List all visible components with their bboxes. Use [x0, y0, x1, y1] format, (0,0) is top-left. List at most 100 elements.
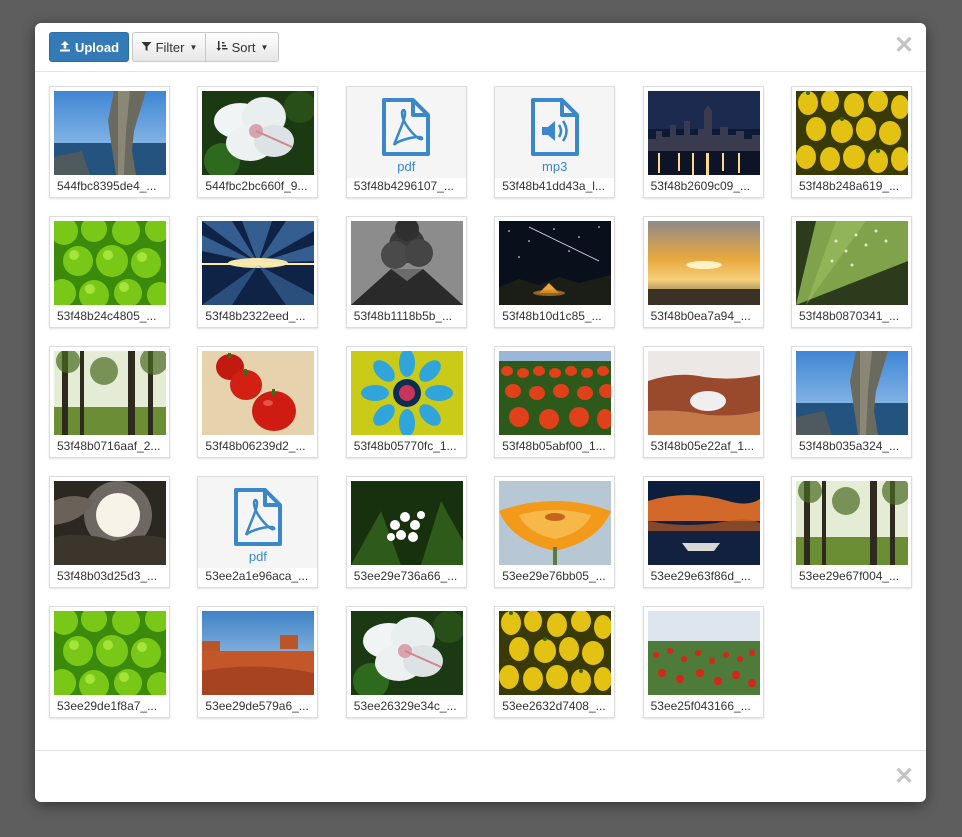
sort-icon: [216, 40, 228, 55]
image-thumbnail: [350, 351, 463, 435]
file-name: 53ee29e736a66_...: [353, 569, 458, 583]
file-name: 53f48b0870341_...: [799, 309, 900, 323]
caret-down-icon: ▼: [189, 42, 198, 52]
file-name: 544fbc8395de4_...: [57, 179, 157, 193]
file-type-label: pdf: [248, 549, 267, 564]
file-tile[interactable]: 53f48b248a619_...: [791, 86, 912, 198]
file-name: 53ee2632d7408_...: [502, 699, 606, 713]
file-name: 53f48b10d1c85_...: [502, 309, 602, 323]
sort-button-label: Sort: [231, 39, 256, 55]
image-thumbnail: [350, 611, 463, 695]
pdf-file-icon: pdf: [198, 477, 318, 568]
image-thumbnail: [647, 91, 760, 175]
file-tile[interactable]: 53ee25f043166_...: [642, 606, 764, 718]
file-name: 53f48b0ea7a94_...: [650, 309, 751, 323]
file-name: 53ee25f043166_...: [650, 699, 751, 713]
filter-dropdown-button[interactable]: Filter ▼: [132, 32, 206, 62]
file-name: 53f48b41dd43a_l...: [502, 179, 605, 193]
image-thumbnail: [350, 221, 463, 305]
file-tile[interactable]: 53f48b03d25d3_...: [49, 476, 170, 588]
file-tile[interactable]: 544fbc2bc660f_9...: [197, 86, 319, 198]
file-name: 53f48b248a619_...: [799, 179, 900, 193]
file-tile[interactable]: 53f48b10d1c85_...: [494, 216, 616, 328]
file-tile[interactable]: 53f48b0716aaf_2...: [49, 346, 170, 458]
image-thumbnail: [202, 611, 315, 695]
file-tile[interactable]: 53ee29e67f004_...: [791, 476, 912, 588]
file-tile[interactable]: 53f48b2322eed_...: [197, 216, 319, 328]
mp3-file-icon: mp3: [495, 87, 615, 178]
file-name: 53f48b24c4805_...: [57, 309, 157, 323]
pdf-file-icon: pdf: [346, 87, 466, 178]
file-name: 53f48b2609c09_...: [650, 179, 751, 193]
image-thumbnail: [796, 351, 908, 435]
file-tile[interactable]: pdf 53ee2a1e96aca_...: [197, 476, 319, 588]
file-name: 53f48b0716aaf_2...: [57, 439, 161, 453]
file-name: 53ee29e67f004_...: [799, 569, 900, 583]
image-thumbnail: [350, 481, 463, 565]
image-thumbnail: [499, 481, 612, 565]
image-thumbnail: [202, 91, 315, 175]
file-tile[interactable]: 53f48b0ea7a94_...: [642, 216, 764, 328]
file-name: 544fbc2bc660f_9...: [205, 179, 308, 193]
file-name: 53f48b05abf00_1...: [502, 439, 606, 453]
caret-down-icon: ▼: [260, 42, 269, 52]
file-tile[interactable]: 53f48b05abf00_1...: [494, 346, 616, 458]
footer-close-icon[interactable]: ✕: [894, 765, 914, 789]
file-tile[interactable]: 53f48b035a324_...: [791, 346, 912, 458]
file-tile[interactable]: pdf 53f48b4296107_...: [345, 86, 467, 198]
file-tile[interactable]: 53ee2632d7408_...: [494, 606, 616, 718]
file-name: 53ee29de579a6_...: [205, 699, 309, 713]
filter-button-label: Filter: [155, 39, 185, 55]
image-thumbnail: [499, 611, 612, 695]
file-type-label: mp3: [542, 159, 568, 174]
file-tile[interactable]: 53ee29de1f8a7_...: [49, 606, 170, 718]
image-thumbnail: [796, 221, 908, 305]
filter-icon: [141, 40, 152, 55]
file-tile[interactable]: 53f48b06239d2_...: [197, 346, 319, 458]
file-name: 53f48b035a324_...: [799, 439, 900, 453]
image-thumbnail: [796, 91, 908, 175]
file-tile[interactable]: 53f48b05770fc_1...: [345, 346, 467, 458]
file-name: 53f48b2322eed_...: [205, 309, 306, 323]
file-tile[interactable]: 53ee29e76bb05_...: [494, 476, 616, 588]
image-thumbnail: [54, 221, 166, 305]
file-name: 53f48b05e22af_1...: [650, 439, 755, 453]
file-name: 53ee2a1e96aca_...: [205, 569, 309, 583]
image-thumbnail: [647, 611, 760, 695]
file-tile[interactable]: 53ee29e63f86d_...: [642, 476, 764, 588]
media-manager-dialog: Upload Filter ▼ Sort ▼ ✕ 544fbc8395de4_.…: [35, 23, 926, 802]
upload-button[interactable]: Upload: [49, 32, 129, 62]
file-name: 53ee29de1f8a7_...: [57, 699, 158, 713]
file-name: 53f48b1118b5b_...: [353, 309, 453, 323]
image-thumbnail: [647, 351, 760, 435]
file-tile[interactable]: 53f48b0870341_...: [791, 216, 912, 328]
image-thumbnail: [499, 351, 612, 435]
image-thumbnail: [54, 611, 166, 695]
file-tile[interactable]: 53f48b05e22af_1...: [642, 346, 764, 458]
file-name: 53f48b05770fc_1...: [353, 439, 457, 453]
image-thumbnail: [202, 351, 315, 435]
file-tile[interactable]: 53ee29de579a6_...: [197, 606, 319, 718]
file-tile[interactable]: mp3 53f48b41dd43a_l...: [494, 86, 616, 198]
image-thumbnail: [499, 221, 612, 305]
file-name: 53f48b4296107_...: [353, 179, 454, 193]
upload-icon: [59, 40, 71, 55]
file-tile[interactable]: 53ee29e736a66_...: [345, 476, 467, 588]
file-tile[interactable]: 53f48b2609c09_...: [642, 86, 764, 198]
sort-dropdown-button[interactable]: Sort ▼: [205, 32, 279, 62]
file-tile[interactable]: 53ee26329e34c_...: [345, 606, 467, 718]
image-thumbnail: [54, 481, 166, 565]
image-thumbnail: [54, 351, 166, 435]
file-tile[interactable]: 544fbc8395de4_...: [49, 86, 170, 198]
toolbar: Upload Filter ▼ Sort ▼ ✕: [35, 23, 926, 72]
file-name: 53ee29e76bb05_...: [502, 569, 606, 583]
image-thumbnail: [796, 481, 908, 565]
image-thumbnail: [647, 221, 760, 305]
close-icon[interactable]: ✕: [894, 34, 914, 58]
file-name: 53ee29e63f86d_...: [650, 569, 751, 583]
file-tile[interactable]: 53f48b1118b5b_...: [345, 216, 467, 328]
file-name: 53ee26329e34c_...: [353, 699, 457, 713]
file-type-label: pdf: [397, 159, 416, 174]
file-tile[interactable]: 53f48b24c4805_...: [49, 216, 170, 328]
upload-button-label: Upload: [74, 39, 120, 55]
